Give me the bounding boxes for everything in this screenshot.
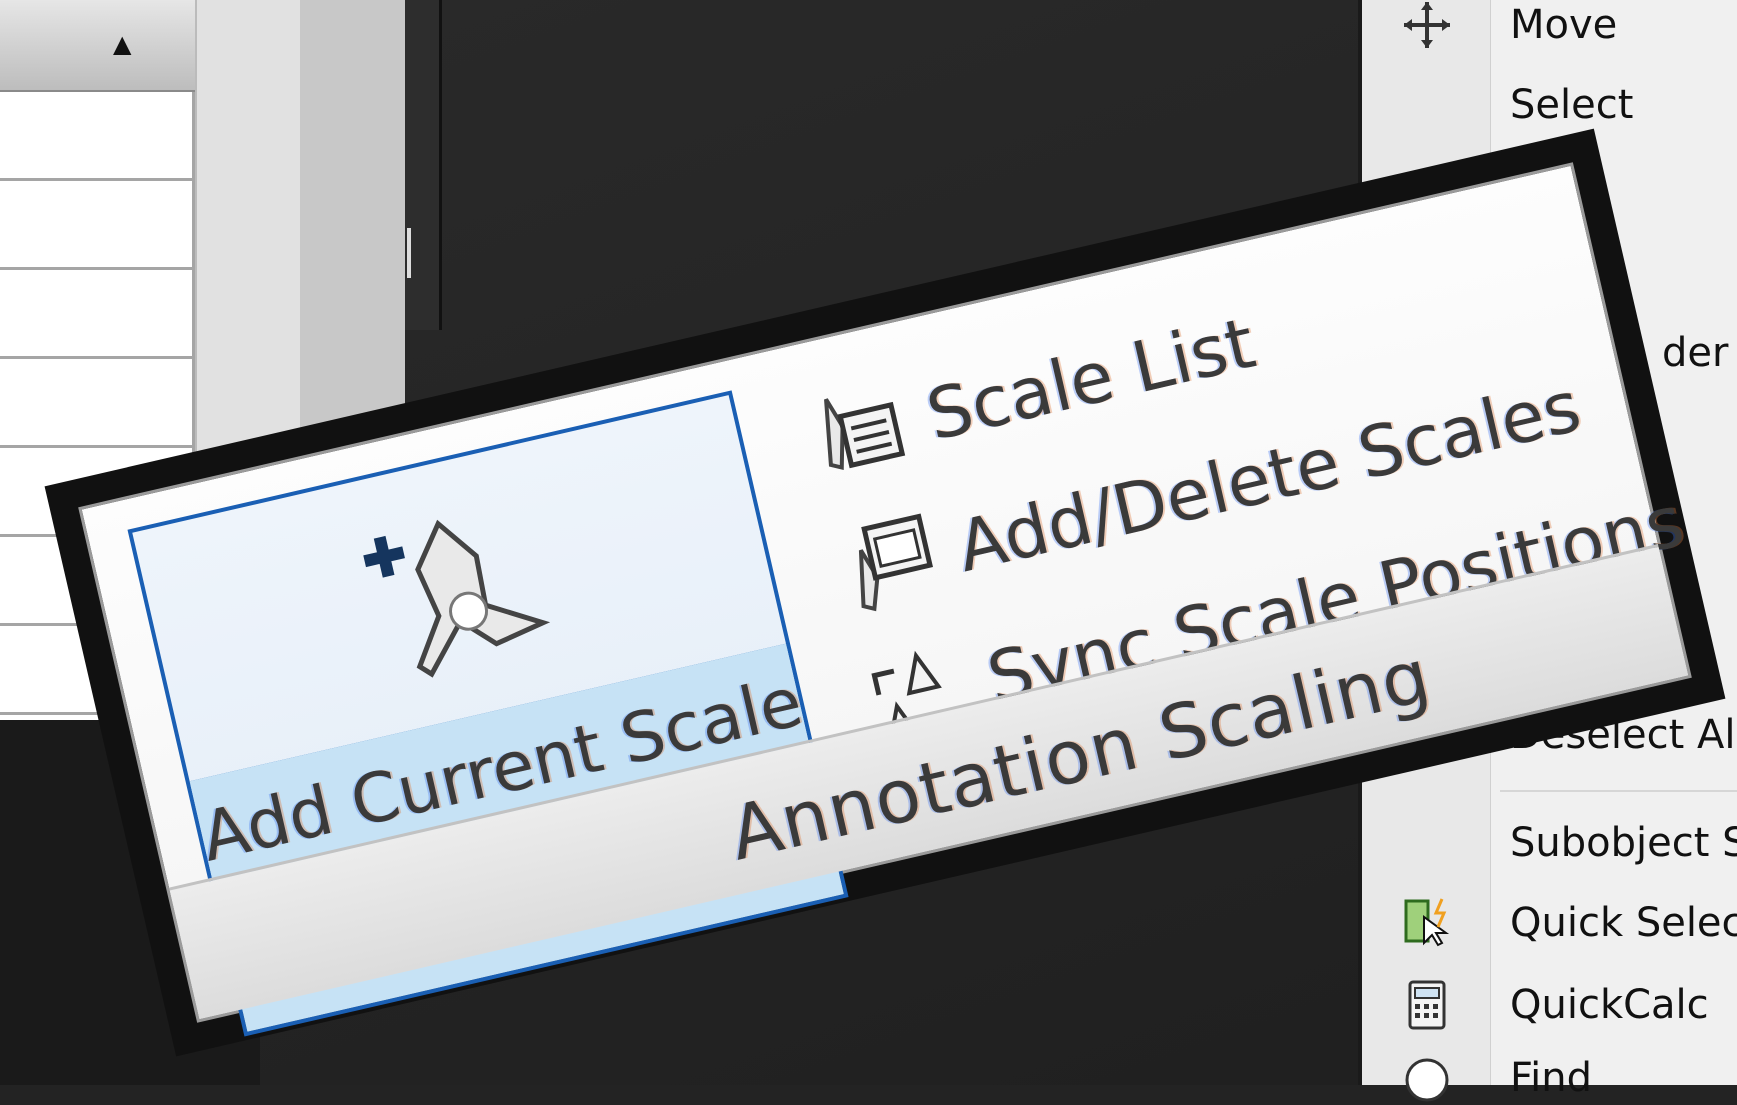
- table-row[interactable]: [0, 270, 195, 359]
- menu-separator: [1500, 790, 1737, 792]
- splitter-bar[interactable]: [405, 0, 442, 330]
- menu-item-quickcalc[interactable]: QuickCalc: [1510, 982, 1709, 1028]
- menu-item-order[interactable]: der: [1662, 330, 1728, 376]
- table-row[interactable]: [0, 181, 195, 270]
- scale-list-icon: [824, 398, 906, 471]
- table-row[interactable]: [0, 359, 195, 448]
- menu-item-subobject[interactable]: Subobject S: [1510, 820, 1737, 866]
- sort-ascending-icon[interactable]: ▲: [113, 30, 131, 58]
- quick-select-icon: [1404, 898, 1450, 947]
- add-scale-icon: [363, 519, 551, 678]
- menu-item-find[interactable]: Find: [1510, 1055, 1592, 1101]
- add-delete-scales-icon: [858, 513, 934, 612]
- menu-item-quick-select[interactable]: Quick Select: [1510, 900, 1737, 946]
- move-icon: [1404, 2, 1450, 48]
- splitter-handle[interactable]: [407, 228, 411, 278]
- find-icon: [1405, 1058, 1449, 1102]
- menu-item-move[interactable]: Move: [1510, 2, 1617, 48]
- table-header[interactable]: ▲: [0, 0, 195, 92]
- table-row[interactable]: [0, 92, 195, 181]
- calculator-icon: [1408, 980, 1446, 1030]
- menu-item-select[interactable]: Select: [1510, 82, 1633, 128]
